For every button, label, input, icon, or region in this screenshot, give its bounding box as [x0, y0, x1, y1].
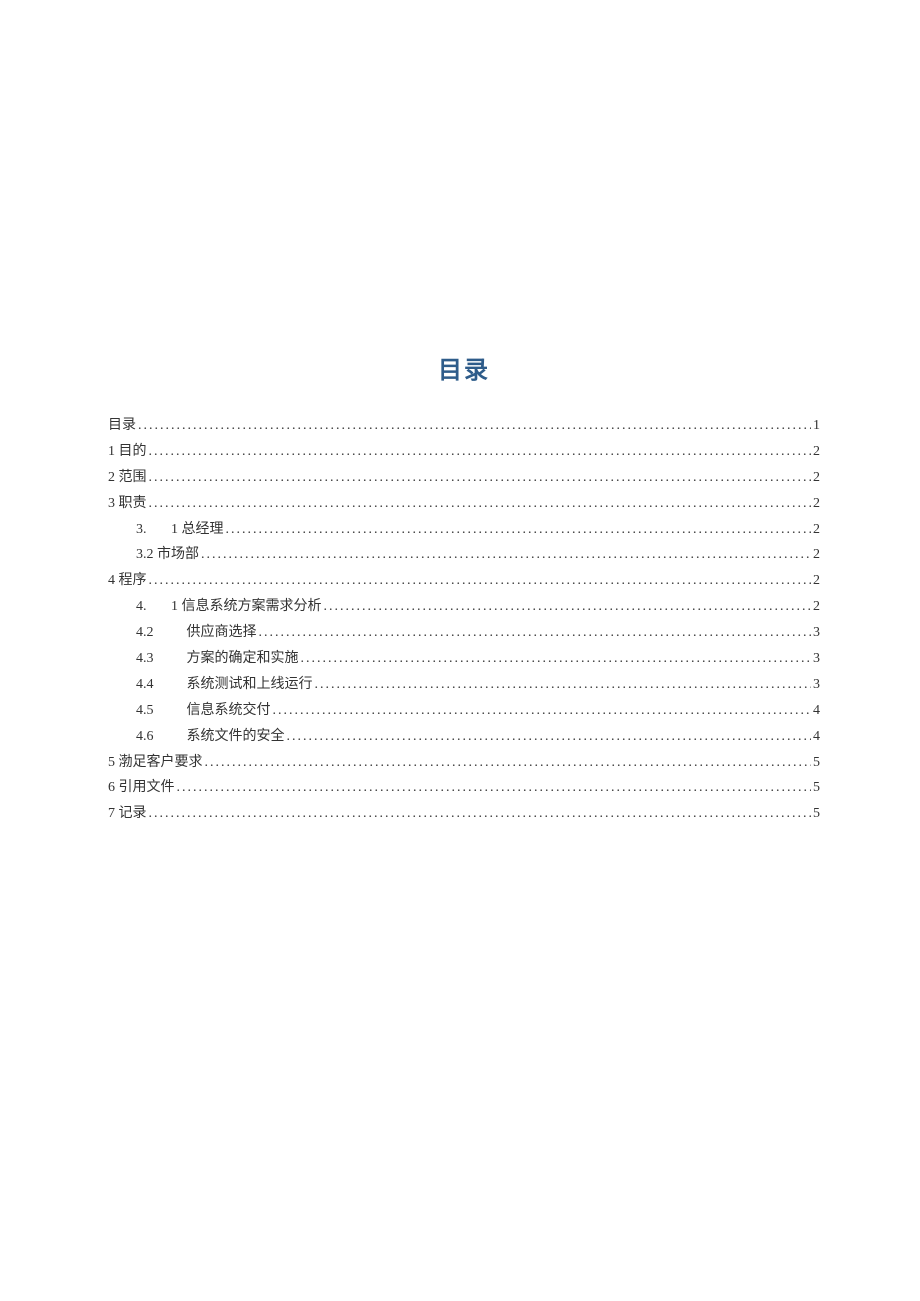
toc-leader-dots	[149, 439, 812, 465]
toc-entry-text: 4 程序	[108, 573, 147, 588]
toc-entry-number: 4.5	[136, 698, 176, 724]
toc-entry-number: 4.4	[136, 672, 176, 698]
toc-entry-number: 4.2	[136, 620, 176, 646]
toc-entry-page: 2	[813, 491, 820, 517]
toc-entry-label: 3 职责	[108, 491, 147, 517]
toc-leader-dots	[273, 698, 812, 724]
toc-entry-text: 3 职责	[108, 496, 147, 511]
toc-entry-label: 4.5 信息系统交付	[136, 698, 271, 724]
toc-entry: 4.4 系统测试和上线运行 3	[108, 672, 820, 698]
toc-entry-page: 2	[813, 517, 820, 543]
toc-entry: 3. 1 总经理 2	[108, 517, 820, 543]
toc-leader-dots	[149, 568, 812, 594]
toc-entry-text: 系统文件的安全	[187, 729, 285, 744]
toc-entry-page: 2	[813, 568, 820, 594]
toc-entry-label: 目录	[108, 413, 136, 439]
toc-leader-dots	[149, 801, 812, 827]
toc-entry-text: 2 范围	[108, 470, 147, 485]
toc-entry: 4. 1 信息系统方案需求分析 2	[108, 594, 820, 620]
toc-entry: 3.2 市场部 2	[108, 542, 820, 568]
toc-entry: 4.3 方案的确定和实施 3	[108, 646, 820, 672]
toc-entry-text: 供应商选择	[187, 625, 257, 640]
toc-entry-number: 4.	[136, 594, 164, 620]
toc-entry-label: 1 目的	[108, 439, 147, 465]
toc-leader-dots	[324, 594, 812, 620]
toc-leader-dots	[226, 517, 812, 543]
toc-entry-text: 6 引用文件	[108, 780, 175, 795]
toc-entry-page: 2	[813, 465, 820, 491]
toc-entry-page: 5	[813, 775, 820, 801]
toc-entry-page: 5	[813, 801, 820, 827]
toc-leader-dots	[301, 646, 812, 672]
toc-leader-dots	[177, 775, 812, 801]
toc-entry-label: 4.6 系统文件的安全	[136, 724, 285, 750]
toc-title: 目录	[108, 350, 820, 385]
toc-entry-page: 3	[813, 646, 820, 672]
toc-entry-page: 2	[813, 594, 820, 620]
toc-entry-text: 目录	[108, 418, 136, 433]
toc-leader-dots	[315, 672, 812, 698]
toc-entry: 3 职责 2	[108, 491, 820, 517]
toc-entry-text: 1 总经理	[171, 522, 224, 537]
toc-entry-page: 3	[813, 620, 820, 646]
toc-entry-page: 4	[813, 698, 820, 724]
toc-entry-label: 6 引用文件	[108, 775, 175, 801]
toc-entry: 4.5 信息系统交付 4	[108, 698, 820, 724]
toc-entry-number: 4.3	[136, 646, 176, 672]
toc-entry-label: 4 程序	[108, 568, 147, 594]
toc-entry-label: 7 记录	[108, 801, 147, 827]
toc-entry-page: 1	[813, 413, 820, 439]
toc-leader-dots	[287, 724, 812, 750]
toc-entry-page: 4	[813, 724, 820, 750]
toc-leader-dots	[259, 620, 812, 646]
toc-entry-label: 4.2 供应商选择	[136, 620, 257, 646]
toc-entry-text: 信息系统交付	[187, 703, 271, 718]
toc-entry-page: 3	[813, 672, 820, 698]
toc-leader-dots	[201, 542, 811, 568]
toc-entry: 4 程序 2	[108, 568, 820, 594]
toc-entry-label: 4.3 方案的确定和实施	[136, 646, 299, 672]
toc-leader-dots	[205, 750, 812, 776]
toc-entry-label: 4.4 系统测试和上线运行	[136, 672, 313, 698]
toc-leader-dots	[149, 491, 812, 517]
toc-entry-page: 2	[813, 439, 820, 465]
toc-leader-dots	[138, 413, 811, 439]
document-page: 目录 目录11 目的22 范围23 职责23. 1 总经理23.2 市场部24 …	[0, 0, 920, 827]
toc-entry: 4.2 供应商选择 3	[108, 620, 820, 646]
toc-entry-text: 3.2 市场部	[136, 547, 199, 562]
toc-leader-dots	[149, 465, 812, 491]
toc-entry: 7 记录 5	[108, 801, 820, 827]
toc-entry-text: 5 渤足客户要求	[108, 755, 203, 770]
toc-entry: 目录 1	[108, 413, 820, 439]
toc-entry: 6 引用文件 5	[108, 775, 820, 801]
toc-entry-label: 5 渤足客户要求	[108, 750, 203, 776]
toc-entry-number: 4.6	[136, 724, 176, 750]
toc-entry-page: 5	[813, 750, 820, 776]
toc-entry-label: 2 范围	[108, 465, 147, 491]
toc-entry-label: 3.2 市场部	[136, 542, 199, 568]
toc-entry-text: 1 目的	[108, 444, 147, 459]
toc-entry: 2 范围 2	[108, 465, 820, 491]
toc-entry-label: 3. 1 总经理	[136, 517, 224, 543]
toc-entry-text: 方案的确定和实施	[187, 651, 299, 666]
toc-entry-text: 1 信息系统方案需求分析	[171, 599, 322, 614]
toc-entry-number: 3.	[136, 517, 164, 543]
toc-entry: 1 目的 2	[108, 439, 820, 465]
toc-entry-label: 4. 1 信息系统方案需求分析	[136, 594, 322, 620]
toc-entry: 5 渤足客户要求 5	[108, 750, 820, 776]
toc-entry-page: 2	[813, 542, 820, 568]
table-of-contents: 目录 1 1 目的 2 2 范围 2 3 职责 2 3. 1 总经理 2 3.2 市场部 2 4 程序 2…	[108, 413, 820, 827]
toc-entry-text: 系统测试和上线运行	[187, 677, 313, 692]
toc-entry-text: 7 记录	[108, 806, 147, 821]
toc-entry: 4.6 系统文件的安全 4	[108, 724, 820, 750]
